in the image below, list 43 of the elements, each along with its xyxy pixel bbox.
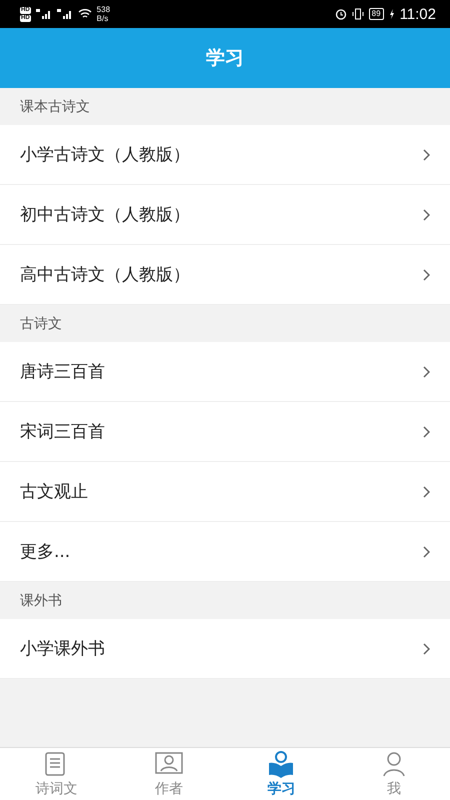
- item-label: 古文观止: [20, 481, 88, 503]
- chevron-right-icon: [423, 208, 430, 220]
- page-title: 学习: [206, 46, 244, 71]
- list-item[interactable]: 初中古诗文（人教版）: [0, 185, 450, 245]
- list-item[interactable]: 高中古诗文（人教版）: [0, 245, 450, 305]
- section-header: 课本古诗文: [20, 98, 90, 116]
- section-header: 课外书: [20, 592, 62, 610]
- charging-icon: [388, 9, 395, 19]
- vibrate-icon: [352, 8, 364, 20]
- battery-level: 89: [368, 8, 384, 20]
- chevron-right-icon: [423, 268, 430, 280]
- list-item[interactable]: 小学课外书: [0, 619, 450, 679]
- section-header: 古诗文: [20, 314, 62, 332]
- signal-icon: [36, 9, 52, 19]
- tab[interactable]: 学习: [225, 748, 338, 800]
- chevron-right-icon: [423, 426, 430, 438]
- network-speed: 538: [96, 5, 110, 14]
- tab[interactable]: 作者: [112, 748, 225, 800]
- tab[interactable]: 诗词文: [0, 748, 112, 800]
- chevron-right-icon: [423, 486, 430, 498]
- clock-time: 11:02: [400, 6, 436, 22]
- item-label: 小学课外书: [20, 638, 105, 660]
- chevron-right-icon: [423, 366, 430, 378]
- list-item[interactable]: 古文观止: [0, 462, 450, 522]
- item-label: 高中古诗文（人教版）: [20, 264, 190, 286]
- chevron-right-icon: [423, 642, 430, 654]
- alarm-icon: [334, 8, 347, 20]
- tab[interactable]: 我: [338, 748, 450, 800]
- list-item[interactable]: 唐诗三百首: [0, 342, 450, 402]
- speed-unit: B/s: [96, 14, 110, 23]
- list-item[interactable]: 宋词三百首: [0, 402, 450, 462]
- item-label: 唐诗三百首: [20, 361, 105, 383]
- item-label: 更多...: [20, 541, 70, 563]
- item-label: 宋词三百首: [20, 421, 105, 443]
- chevron-right-icon: [423, 148, 430, 160]
- wifi-icon: [78, 9, 92, 19]
- item-label: 初中古诗文（人教版）: [20, 204, 190, 226]
- item-label: 小学古诗文（人教版）: [20, 144, 190, 166]
- reader-icon: [267, 750, 296, 778]
- list-item[interactable]: 小学古诗文（人教版）: [0, 125, 450, 185]
- signal-icon: [56, 9, 73, 19]
- chevron-right-icon: [423, 546, 430, 558]
- list-item[interactable]: 更多...: [0, 522, 450, 582]
